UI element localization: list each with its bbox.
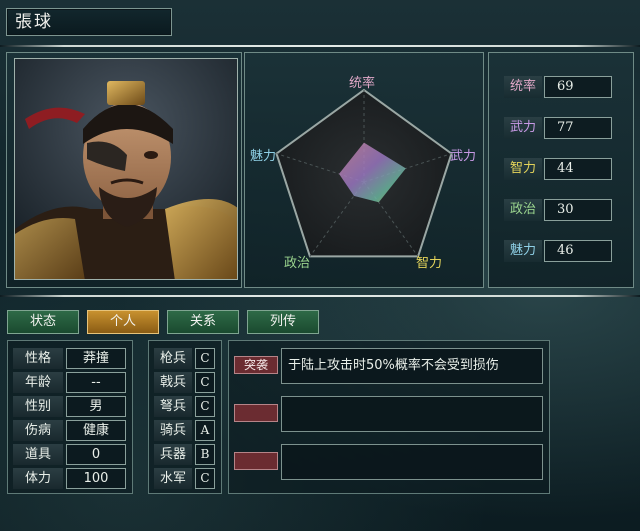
personal-label-0: 性格 — [13, 348, 63, 369]
tab-biography[interactable]: 列传 — [247, 310, 319, 334]
stat-value-pol: 30 — [544, 199, 612, 221]
stat-value-chr: 46 — [544, 240, 612, 262]
troop-grade-2: C — [195, 396, 215, 417]
skill-desc-3 — [281, 444, 543, 480]
stat-label-int: 智力 — [504, 158, 542, 180]
troop-grade-3: A — [195, 420, 215, 441]
personal-value-2: 男 — [66, 396, 126, 417]
skill-desc-2 — [281, 396, 543, 432]
top-divider — [0, 45, 640, 47]
personal-value-0: 莽撞 — [66, 348, 126, 369]
stat-value-war: 77 — [544, 117, 612, 139]
skill-tag-1[interactable]: 突袭 — [234, 356, 278, 374]
radar-label-lead: 统率 — [349, 76, 376, 91]
troop-grade-0: C — [195, 348, 215, 369]
skill-tag-2[interactable] — [234, 404, 278, 422]
skill-tag-3[interactable] — [234, 452, 278, 470]
stat-value-lead: 69 — [544, 76, 612, 98]
troop-label-1: 戟兵 — [154, 372, 192, 393]
radar-label-pol: 政治 — [284, 256, 311, 271]
troop-grade-4: B — [195, 444, 215, 465]
personal-value-5: 100 — [66, 468, 126, 489]
personal-label-4: 道具 — [13, 444, 63, 465]
radar-label-int: 智力 — [416, 256, 443, 271]
personal-label-3: 伤病 — [13, 420, 63, 441]
stat-label-lead: 统率 — [504, 76, 542, 98]
stat-label-pol: 政治 — [504, 199, 542, 221]
tab-relations[interactable]: 关系 — [167, 310, 239, 334]
officer-name: 張球 — [6, 8, 172, 36]
tab-personal[interactable]: 个人 — [87, 310, 159, 334]
troop-label-5: 水军 — [154, 468, 192, 489]
stat-label-chr: 魅力 — [504, 240, 542, 262]
skill-desc-1: 于陆上攻击时50%概率不会受到损伤 — [281, 348, 543, 384]
personal-label-5: 体力 — [13, 468, 63, 489]
radar-label-war: 武力 — [450, 149, 477, 164]
troop-label-0: 枪兵 — [154, 348, 192, 369]
personal-value-3: 健康 — [66, 420, 126, 441]
troop-grade-1: C — [195, 372, 215, 393]
troop-label-4: 兵器 — [154, 444, 192, 465]
personal-label-1: 年龄 — [13, 372, 63, 393]
middle-divider — [0, 295, 640, 297]
officer-portrait — [14, 58, 238, 280]
troop-grade-5: C — [195, 468, 215, 489]
troop-label-3: 骑兵 — [154, 420, 192, 441]
troop-label-2: 弩兵 — [154, 396, 192, 417]
attribute-radar: 统率 武力 智力 政治 魅力 — [246, 54, 482, 286]
tab-status[interactable]: 状态 — [7, 310, 79, 334]
personal-label-2: 性别 — [13, 396, 63, 417]
stat-label-war: 武力 — [504, 117, 542, 139]
personal-value-4: 0 — [66, 444, 126, 465]
personal-value-1: -- — [66, 372, 126, 393]
radar-label-chr: 魅力 — [250, 149, 277, 164]
stat-value-int: 44 — [544, 158, 612, 180]
